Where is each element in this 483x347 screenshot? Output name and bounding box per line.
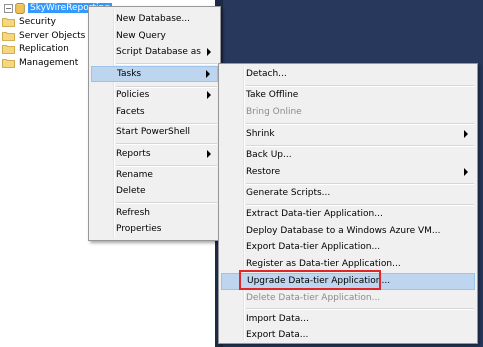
menu-item-label: Import Data... xyxy=(246,314,309,324)
menu-item-delete[interactable]: Delete xyxy=(91,183,218,199)
menu-item-bring-online: Bring Online xyxy=(221,104,475,120)
database-icon xyxy=(15,2,25,14)
menu-item-delete-data-tier: Delete Data-tier Application... xyxy=(221,290,475,306)
submenu-arrow-icon xyxy=(207,91,211,99)
menu-item-new-query[interactable]: New Query xyxy=(91,28,218,44)
menu-item-label: Back Up... xyxy=(246,150,292,160)
menu-item-label: Facets xyxy=(116,107,145,117)
menu-separator xyxy=(246,123,474,125)
submenu-arrow-icon xyxy=(464,130,468,138)
menu-item-label: Detach... xyxy=(246,69,287,79)
menu-separator xyxy=(116,143,217,145)
menu-item-label: Register as Data-tier Application... xyxy=(246,259,401,269)
menu-item-label: Reports xyxy=(116,149,151,159)
menu-item-deploy-to-azure-vm[interactable]: Deploy Database to a Windows Azure VM... xyxy=(221,223,475,239)
menu-item-label: Properties xyxy=(116,224,162,234)
expand-minus-icon[interactable]: − xyxy=(4,3,13,13)
tree-label-management[interactable]: Management xyxy=(19,58,78,68)
submenu-arrow-icon xyxy=(206,70,210,78)
menu-item-reports[interactable]: Reports xyxy=(91,146,218,162)
submenu-arrow-icon xyxy=(464,168,468,176)
menu-item-script-database-as[interactable]: Script Database as xyxy=(91,44,218,60)
menu-item-export-data-tier[interactable]: Export Data-tier Application... xyxy=(221,239,475,255)
menu-item-label: Tasks xyxy=(117,69,142,79)
menu-item-policies[interactable]: Policies xyxy=(91,87,218,103)
menu-item-label: New Query xyxy=(116,31,166,41)
menu-item-label: Script Database as xyxy=(116,47,201,57)
menu-item-label: Shrink xyxy=(246,129,275,139)
menu-item-label: Refresh xyxy=(116,208,150,218)
menu-item-import-data[interactable]: Import Data... xyxy=(221,311,475,327)
tree-label-server-objects[interactable]: Server Objects xyxy=(19,31,85,41)
tree-node-server-objects[interactable]: Server Objects xyxy=(2,29,85,43)
menu-item-facets[interactable]: Facets xyxy=(91,104,218,120)
tree-label-replication[interactable]: Replication xyxy=(19,44,69,54)
folder-icon xyxy=(2,45,15,54)
menu-item-label: Delete xyxy=(116,186,146,196)
tree-label-security[interactable]: Security xyxy=(19,17,56,27)
menu-item-label: Restore xyxy=(246,167,281,177)
menu-item-label: Deploy Database to a Windows Azure VM... xyxy=(246,226,441,236)
submenu-arrow-icon xyxy=(207,150,211,158)
menu-item-generate-scripts[interactable]: Generate Scripts... xyxy=(221,185,475,201)
menu-item-label: Export Data... xyxy=(246,330,309,340)
menu-item-export-data[interactable]: Export Data... xyxy=(221,327,475,343)
menu-item-label: Extract Data-tier Application... xyxy=(246,209,383,219)
menu-item-start-powershell[interactable]: Start PowerShell xyxy=(91,124,218,140)
folder-icon xyxy=(2,32,15,41)
tasks-submenu: Detach... Take Offline Bring Online Shri… xyxy=(218,63,478,344)
menu-item-label: Take Offline xyxy=(246,90,299,100)
menu-item-properties[interactable]: Properties xyxy=(91,221,218,237)
menu-separator xyxy=(246,308,474,310)
menu-item-shrink[interactable]: Shrink xyxy=(221,126,475,142)
tree-node-security[interactable]: Security xyxy=(2,15,56,29)
menu-item-restore[interactable]: Restore xyxy=(221,164,475,180)
database-context-menu: New Database... New Query Script Databas… xyxy=(88,6,221,241)
menu-item-label: Start PowerShell xyxy=(116,127,191,137)
menu-item-label: Rename xyxy=(116,170,153,180)
menu-item-rename[interactable]: Rename xyxy=(91,167,218,183)
menu-item-take-offline[interactable]: Take Offline xyxy=(221,87,475,103)
menu-separator xyxy=(116,202,217,204)
menu-item-label: Bring Online xyxy=(246,107,302,117)
menu-item-label: Export Data-tier Application... xyxy=(246,242,381,252)
menu-item-new-database[interactable]: New Database... xyxy=(91,11,218,27)
menu-item-detach[interactable]: Detach... xyxy=(221,66,475,82)
menu-item-back-up[interactable]: Back Up... xyxy=(221,147,475,163)
menu-item-refresh[interactable]: Refresh xyxy=(91,205,218,221)
menu-item-tasks[interactable]: Tasks xyxy=(91,66,218,82)
highlight-callout-box xyxy=(239,270,381,290)
folder-icon xyxy=(2,59,15,68)
menu-separator xyxy=(116,63,217,65)
folder-icon xyxy=(2,18,15,27)
menu-item-label: Generate Scripts... xyxy=(246,188,331,198)
tree-node-replication[interactable]: Replication xyxy=(2,42,69,56)
menu-item-label: Delete Data-tier Application... xyxy=(246,293,381,303)
menu-item-label: Policies xyxy=(116,90,150,100)
menu-item-label: New Database... xyxy=(116,14,191,24)
tree-node-management[interactable]: Management xyxy=(2,56,78,70)
submenu-arrow-icon xyxy=(207,48,211,56)
menu-item-extract-data-tier[interactable]: Extract Data-tier Application... xyxy=(221,206,475,222)
